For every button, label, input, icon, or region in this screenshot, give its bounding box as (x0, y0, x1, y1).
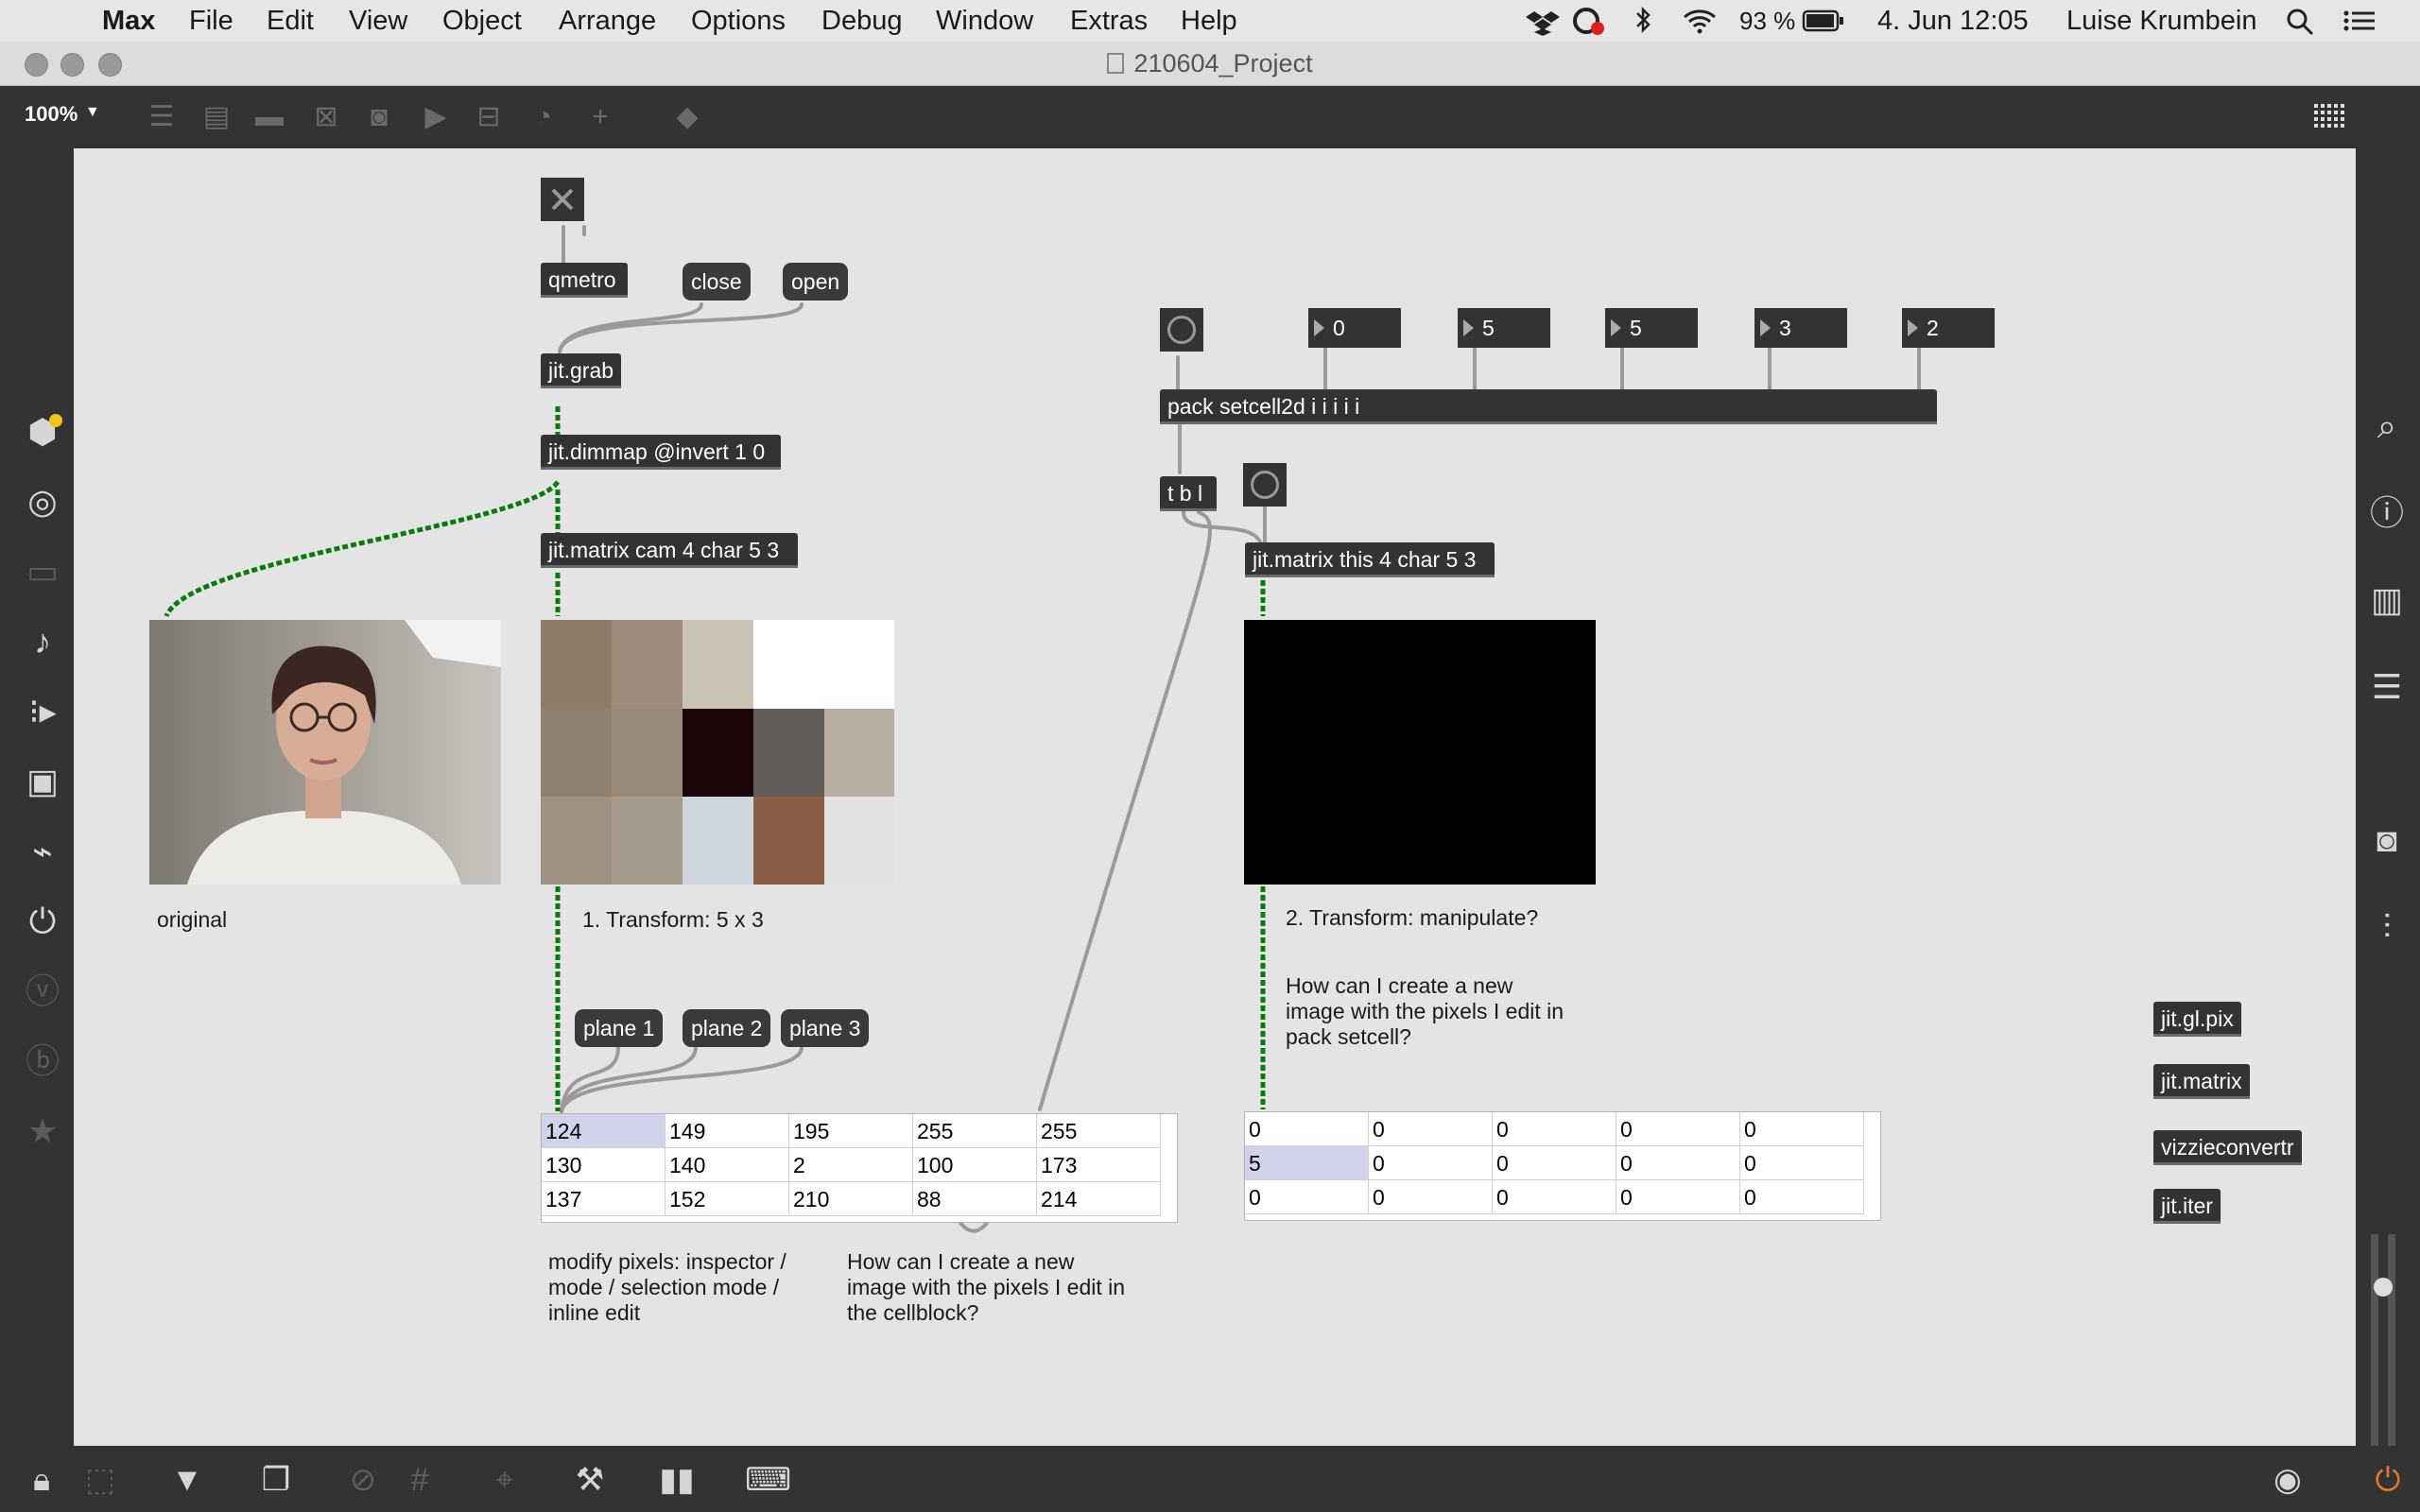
close-toggle[interactable] (541, 178, 584, 221)
table-cell[interactable]: 210 (789, 1182, 913, 1216)
cellblock-matrix-values[interactable]: 124 149 195 255 255 130 140 2 100 173 13… (541, 1113, 1178, 1223)
plane2-message[interactable]: plane 2 (683, 1009, 771, 1047)
webcam-image (149, 620, 501, 885)
original-video-window[interactable] (149, 620, 501, 885)
table-cell[interactable]: 0 (1616, 1146, 1740, 1180)
bang-button[interactable] (1243, 463, 1287, 507)
number-box[interactable]: 2 (1902, 308, 1995, 348)
pack-setcell2d-object[interactable]: pack setcell2d i i i i i (1160, 389, 1937, 424)
pixel-cell (753, 709, 824, 797)
number-box[interactable]: 3 (1754, 308, 1847, 348)
close-message[interactable]: close (683, 263, 751, 301)
pixel-cell (683, 797, 753, 885)
jit-grab-object[interactable]: jit.grab (541, 353, 622, 388)
jit-gl-pix-object[interactable]: jit.gl.pix (2153, 1002, 2241, 1037)
pixel-cell (824, 709, 894, 797)
pixel-cell (753, 620, 824, 709)
table-cell[interactable]: 0 (1740, 1112, 1864, 1146)
pixel-cell (683, 709, 753, 797)
comment-transform-1: 1. Transform: 5 x 3 (582, 907, 764, 932)
table-cell[interactable]: 88 (913, 1182, 1037, 1216)
jit-iter-object[interactable]: jit.iter (2153, 1189, 2221, 1224)
comment-original: original (157, 907, 228, 932)
table-cell[interactable]: 149 (666, 1114, 789, 1148)
table-cell[interactable]: 100 (913, 1148, 1037, 1182)
table-cell[interactable]: 0 (1616, 1180, 1740, 1214)
table-cell[interactable]: 0 (1245, 1112, 1369, 1146)
table-cell[interactable]: 0 (1616, 1112, 1740, 1146)
table-cell[interactable]: 0 (1740, 1146, 1864, 1180)
number-box[interactable]: 0 (1308, 308, 1401, 348)
comment-modify-pixels: modify pixels: inspector / mode / select… (548, 1249, 786, 1325)
table-cell[interactable]: 0 (1369, 1112, 1493, 1146)
number-box[interactable]: 5 (1458, 308, 1550, 348)
pixel-cell (612, 797, 683, 885)
table-cell[interactable]: 255 (1037, 1114, 1161, 1148)
pixel-cell (541, 709, 612, 797)
pixel-cell (612, 620, 683, 709)
qmetro-object[interactable]: qmetro (541, 263, 628, 298)
pixel-cell (612, 709, 683, 797)
open-message[interactable]: open (783, 263, 849, 301)
table-cell[interactable]: 137 (542, 1182, 666, 1216)
plane1-message[interactable]: plane 1 (575, 1009, 664, 1047)
jit-matrix-object[interactable]: jit.matrix (2153, 1064, 2250, 1099)
pixel-cell (683, 620, 753, 709)
manipulated-video-window[interactable] (1244, 620, 1596, 885)
comment-transform-2: 2. Transform: manipulate? (1286, 905, 1539, 930)
number-box[interactable]: 5 (1605, 308, 1698, 348)
table-cell[interactable]: 0 (1493, 1180, 1616, 1214)
table-cell[interactable]: 0 (1493, 1146, 1616, 1180)
table-cell[interactable]: 0 (1245, 1180, 1369, 1214)
pixel-cell (824, 797, 894, 885)
table-cell[interactable]: 0 (1493, 1112, 1616, 1146)
bang-button[interactable] (1160, 308, 1203, 352)
pixel-cell (753, 797, 824, 885)
table-cell[interactable]: 2 (789, 1148, 913, 1182)
comment-question-pack: How can I create a new image with the pi… (1286, 973, 1564, 1049)
pixel-matrix-window[interactable] (541, 620, 894, 885)
table-cell[interactable]: 130 (542, 1148, 666, 1182)
pixel-cell (824, 620, 894, 709)
table-cell[interactable]: 140 (666, 1148, 789, 1182)
table-cell[interactable]: 173 (1037, 1148, 1161, 1182)
jit-dimmap-object[interactable]: jit.dimmap @invert 1 0 (541, 435, 781, 470)
plane3-message[interactable]: plane 3 (781, 1009, 870, 1047)
cellblock-setcell-values[interactable]: 0 0 0 0 0 5 0 0 0 0 0 0 0 0 0 (1244, 1111, 1881, 1221)
table-cell[interactable]: 152 (666, 1182, 789, 1216)
comment-question-cellblock: How can I create a new image with the pi… (847, 1249, 1126, 1325)
vizzieconvertr-object[interactable]: vizzieconvertr (2153, 1130, 2302, 1165)
pixel-cell (541, 620, 612, 709)
jit-matrix-this-object[interactable]: jit.matrix this 4 char 5 3 (1245, 542, 1495, 577)
table-cell[interactable]: 214 (1037, 1182, 1161, 1216)
table-cell[interactable]: 255 (913, 1114, 1037, 1148)
table-cell[interactable]: 0 (1369, 1180, 1493, 1214)
table-cell[interactable]: 5 (1245, 1146, 1369, 1180)
pixel-cell (541, 797, 612, 885)
table-cell[interactable]: 124 (542, 1114, 666, 1148)
table-cell[interactable]: 0 (1740, 1180, 1864, 1214)
trigger-object[interactable]: t b l (1160, 476, 1217, 511)
table-cell[interactable]: 0 (1369, 1146, 1493, 1180)
jit-matrix-cam-object[interactable]: jit.matrix cam 4 char 5 3 (541, 533, 798, 568)
table-cell[interactable]: 195 (789, 1114, 913, 1148)
